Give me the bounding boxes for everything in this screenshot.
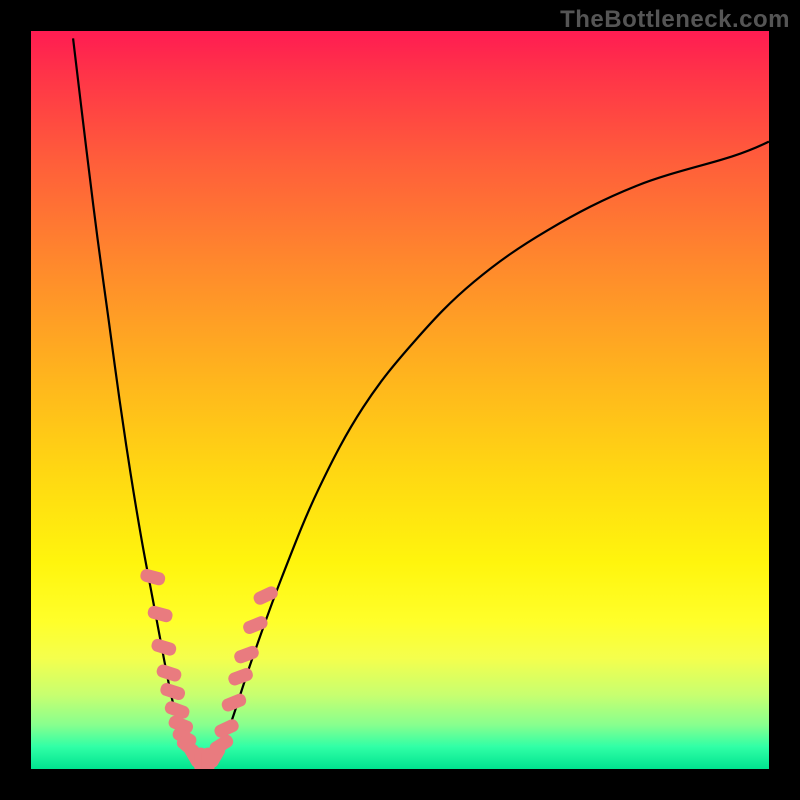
marker-point [227, 666, 255, 687]
curve-curve-left [73, 38, 193, 761]
chart-plot-area [31, 31, 769, 769]
marker-point [139, 568, 167, 587]
chart-svg [31, 31, 769, 769]
marker-point [146, 605, 174, 624]
marker-point [241, 614, 269, 635]
marker-point [233, 644, 261, 665]
chart-frame: TheBottleneck.com [0, 0, 800, 800]
curve-curve-right [216, 142, 770, 762]
marker-point [252, 584, 280, 606]
watermark-brand: TheBottleneck.com [560, 6, 790, 34]
marker-point [220, 692, 248, 713]
